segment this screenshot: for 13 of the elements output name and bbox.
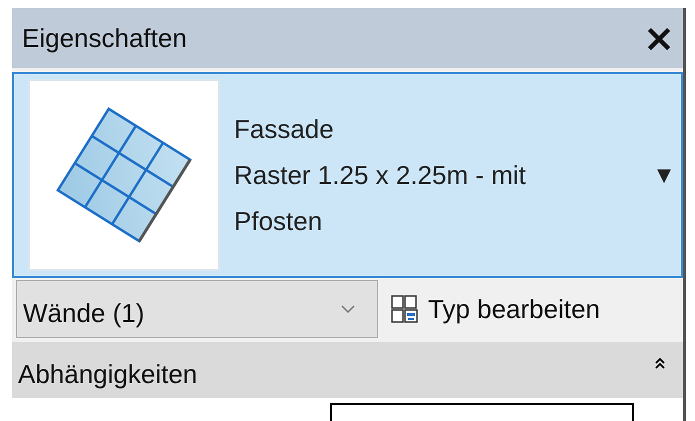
close-button[interactable]: × — [643, 19, 675, 57]
section-header[interactable]: Abhängigkeiten — [12, 342, 683, 398]
type-selector[interactable]: Fassade Raster 1.25 x 2.25m - mit Pfosten ▼ — [12, 72, 683, 278]
panel-title: Eigenschaften — [22, 22, 187, 54]
type-name: Raster 1.25 x 2.25m - mit — [234, 159, 527, 192]
family-name: Fassade — [234, 113, 335, 146]
filter-dropdown[interactable]: Wände (1) — [16, 280, 378, 338]
collapse-icon[interactable] — [655, 358, 665, 370]
chevron-down-icon — [341, 305, 355, 313]
edit-type-button[interactable]: Typ bearbeiten — [386, 294, 604, 324]
type-name: Pfosten — [234, 205, 324, 238]
type-properties-icon — [390, 294, 420, 324]
dropdown-arrow-icon[interactable]: ▼ — [657, 164, 671, 186]
